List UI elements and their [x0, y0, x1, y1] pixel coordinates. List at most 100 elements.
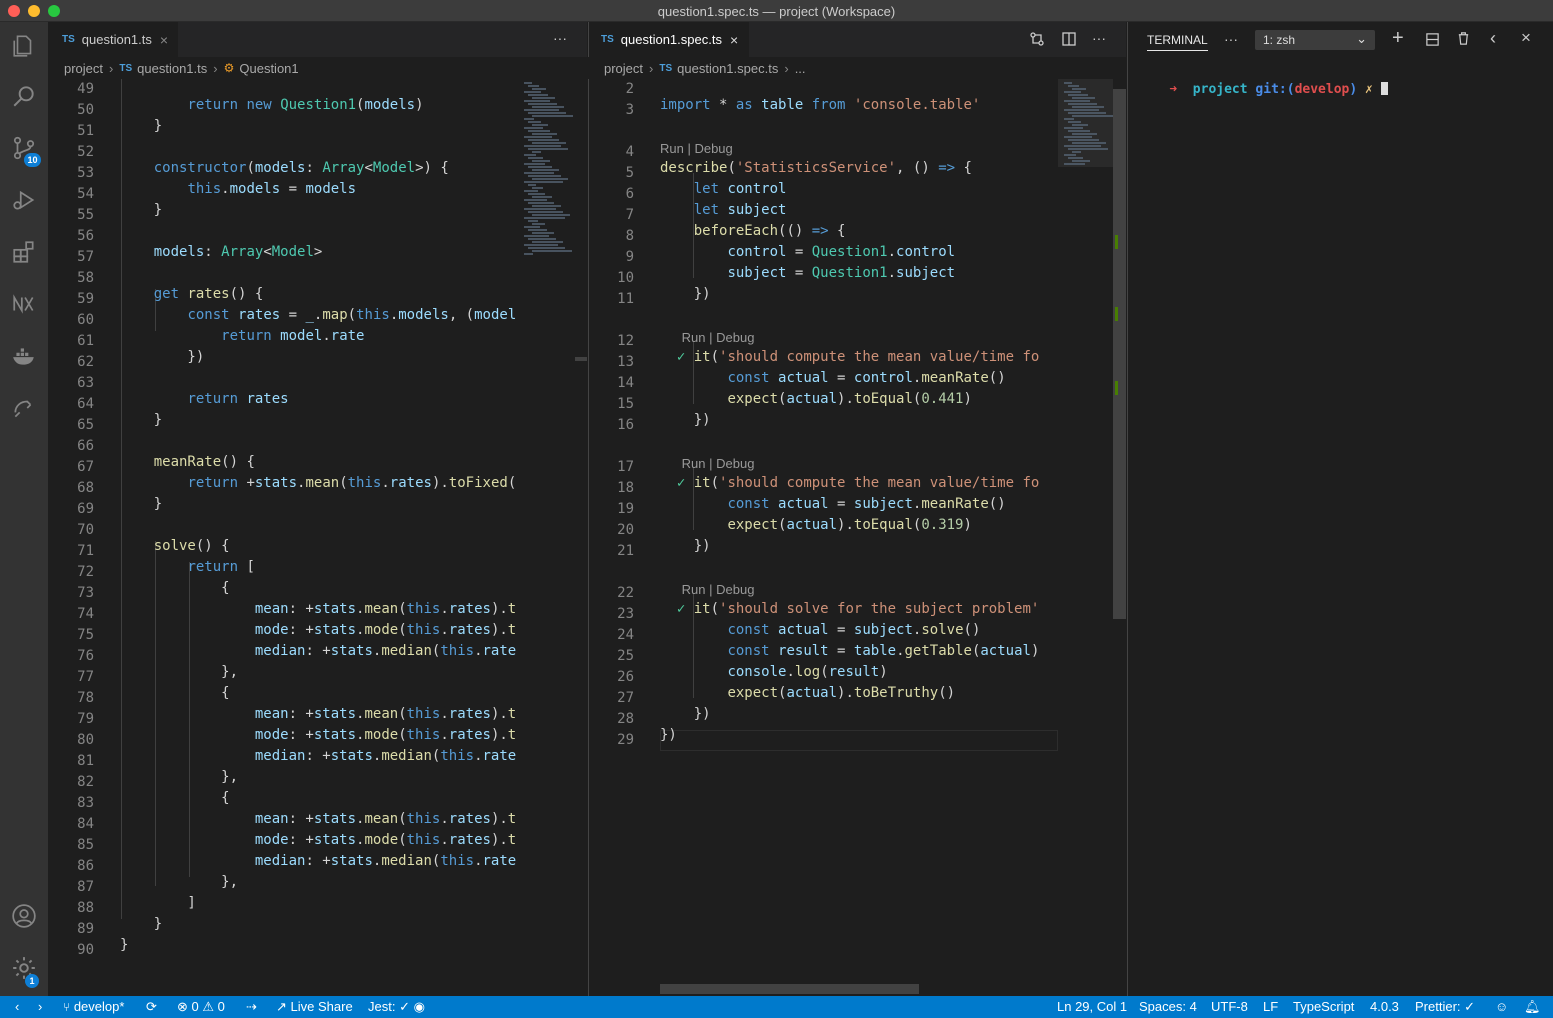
live-share-icon: ↗: [276, 999, 287, 1014]
docker-icon: [13, 348, 34, 365]
close-tab-icon[interactable]: ×: [730, 32, 738, 48]
codelens-run-debug[interactable]: Run | Debug: [682, 582, 755, 597]
right-code-editor[interactable]: 23 4 5 6 7 8 9 10 11 12 13 14 15 16 17 18 19 20 21 22 23…: [588, 79, 1126, 996]
manage-settings-button[interactable]: 1: [0, 944, 48, 992]
git-added-marker: [1115, 381, 1118, 395]
breadcrumb-more[interactable]: ...: [795, 61, 806, 76]
terminal-header: TERMINAL ··· 1: zsh ⌄ + ‹ ×: [1128, 22, 1553, 57]
chevron-right-icon[interactable]: ›: [38, 996, 42, 1018]
prettier-status[interactable]: Prettier: ✓: [1415, 996, 1475, 1018]
right-line-numbers: 23 4 5 6 7 8 9 10 11 12 13 14 15 16 17 18 19 20 21 22 23…: [617, 81, 634, 748]
bell-icon[interactable]: 🔔︎: [1524, 996, 1541, 1018]
error-count: 0: [191, 999, 199, 1014]
run-icon[interactable]: ⇢: [246, 996, 257, 1018]
chevron-left-icon[interactable]: ‹: [15, 996, 19, 1018]
tab-question1-ts[interactable]: TS question1.ts ×: [48, 22, 178, 57]
breadcrumb-folder[interactable]: project: [64, 61, 103, 76]
language-mode[interactable]: TypeScript: [1293, 996, 1354, 1018]
feedback-icon[interactable]: ☺: [1495, 996, 1508, 1018]
remote-explorer-button[interactable]: [0, 384, 48, 432]
terminal-select[interactable]: 1: zsh ⌄: [1255, 30, 1375, 50]
nx-console-button[interactable]: [0, 280, 48, 328]
chevron-right-icon: ›: [784, 60, 789, 76]
left-minimap[interactable]: [518, 79, 574, 259]
left-scrollbar[interactable]: [575, 357, 587, 361]
right-minimap[interactable]: [1058, 79, 1113, 167]
chevron-right-icon: ›: [109, 60, 114, 76]
more-actions-icon[interactable]: ···: [1224, 31, 1238, 47]
split-editor-icon[interactable]: [1061, 31, 1077, 52]
breadcrumb-file[interactable]: question1.ts: [137, 61, 207, 76]
docker-button[interactable]: [0, 332, 48, 380]
left-line-numbers: 49 50 51 52 53 54 55 56 57 58 59 60 61 62 63 64 65 66 67 68…: [77, 81, 94, 958]
more-actions-icon[interactable]: ···: [1092, 30, 1106, 46]
ts-version[interactable]: 4.0.3: [1370, 996, 1399, 1018]
close-panel-icon[interactable]: ×: [1521, 28, 1531, 48]
close-tab-icon[interactable]: ×: [160, 32, 168, 48]
files-icon: [13, 35, 32, 57]
tab-question1-spec-ts[interactable]: TS question1.spec.ts ×: [589, 22, 749, 57]
breadcrumb-symbol[interactable]: Question1: [239, 61, 298, 76]
typescript-file-icon: TS: [119, 62, 133, 74]
terminal-select-value: 1: zsh: [1263, 33, 1296, 47]
branch-status[interactable]: ⑂ develop*: [63, 996, 124, 1018]
terminal-output[interactable]: ➜ project git:(develop) ✗: [1138, 67, 1548, 112]
settings-badge: 1: [25, 974, 39, 988]
search-button[interactable]: [0, 72, 48, 120]
jest-label: Jest: ✓: [368, 999, 410, 1014]
branch-name: develop*: [73, 999, 125, 1014]
chevron-right-icon: ›: [649, 60, 654, 76]
more-actions-icon[interactable]: ···: [553, 30, 567, 46]
encoding[interactable]: UTF-8: [1211, 996, 1248, 1018]
end-of-line[interactable]: LF: [1263, 996, 1278, 1018]
right-tab-bar: TS question1.spec.ts × ···: [588, 22, 1126, 57]
typescript-file-icon: TS: [601, 34, 614, 45]
prompt-git: git:(: [1255, 82, 1295, 97]
source-control-button[interactable]: 10: [0, 124, 48, 172]
chevron-down-icon: ⌄: [1356, 31, 1367, 46]
eye-icon: ◉: [413, 999, 425, 1014]
tab-label: question1.spec.ts: [620, 32, 722, 47]
terminal-panel: TERMINAL ··· 1: zsh ⌄ + ‹ × ➜ project gi…: [1127, 22, 1553, 996]
warning-count: 0: [217, 999, 225, 1014]
tab-terminal[interactable]: TERMINAL: [1147, 33, 1208, 51]
right-code: import * as table from 'console.table' R…: [660, 79, 1056, 799]
left-code: return new Question1(models) } construct…: [120, 97, 516, 953]
problems-status[interactable]: ⊗ 0 ⚠ 0: [177, 996, 225, 1018]
explorer-button[interactable]: [0, 22, 48, 70]
breadcrumb-file[interactable]: question1.spec.ts: [677, 61, 778, 76]
live-share-icon: [14, 400, 32, 418]
jest-status[interactable]: Jest: ✓ ◉: [368, 996, 425, 1018]
scm-badge: 10: [24, 153, 41, 167]
split-terminal-icon[interactable]: [1425, 32, 1440, 52]
prompt-dir: project: [1192, 82, 1248, 97]
sync-icon[interactable]: ⟳: [146, 996, 157, 1018]
left-tab-bar: TS question1.ts × ···: [48, 22, 587, 57]
class-symbol-icon: ⚙: [223, 61, 235, 75]
trash-icon[interactable]: [1456, 31, 1471, 51]
warning-icon: ⚠: [202, 999, 215, 1014]
prompt-mark: ✗: [1365, 82, 1373, 97]
codelens-run-debug[interactable]: Run | Debug: [682, 456, 755, 471]
live-share-status[interactable]: ↗ Live Share: [276, 996, 353, 1018]
accounts-button[interactable]: [0, 892, 48, 940]
breadcrumb-folder[interactable]: project: [604, 61, 643, 76]
account-icon: [12, 904, 36, 928]
codelens-run-debug[interactable]: Run | Debug: [682, 330, 755, 345]
codelens-run-debug[interactable]: Run | Debug: [660, 137, 1056, 158]
terminal-cursor: [1380, 82, 1388, 95]
extensions-button[interactable]: [0, 228, 48, 276]
status-bar: ‹ › ⑂ develop* ⟳ ⊗ 0 ⚠ 0 ⇢ ↗ Live Share …: [0, 996, 1553, 1018]
indentation[interactable]: Spaces: 4: [1139, 996, 1197, 1018]
debug-icon: [13, 190, 35, 210]
search-icon: [13, 86, 34, 107]
right-vertical-scrollbar[interactable]: [1113, 89, 1126, 619]
new-terminal-icon[interactable]: +: [1392, 27, 1404, 50]
cursor-position[interactable]: Ln 29, Col 1: [1057, 996, 1127, 1018]
chevron-left-icon[interactable]: ‹: [1490, 28, 1496, 49]
left-code-editor[interactable]: 49 50 51 52 53 54 55 56 57 58 59 60 61 62 63 64 65 66 67 68…: [48, 79, 587, 996]
open-changes-icon[interactable]: [1029, 31, 1045, 52]
right-horizontal-scrollbar[interactable]: [660, 984, 919, 994]
run-debug-button[interactable]: [0, 176, 48, 224]
error-icon: ⊗: [177, 999, 188, 1014]
